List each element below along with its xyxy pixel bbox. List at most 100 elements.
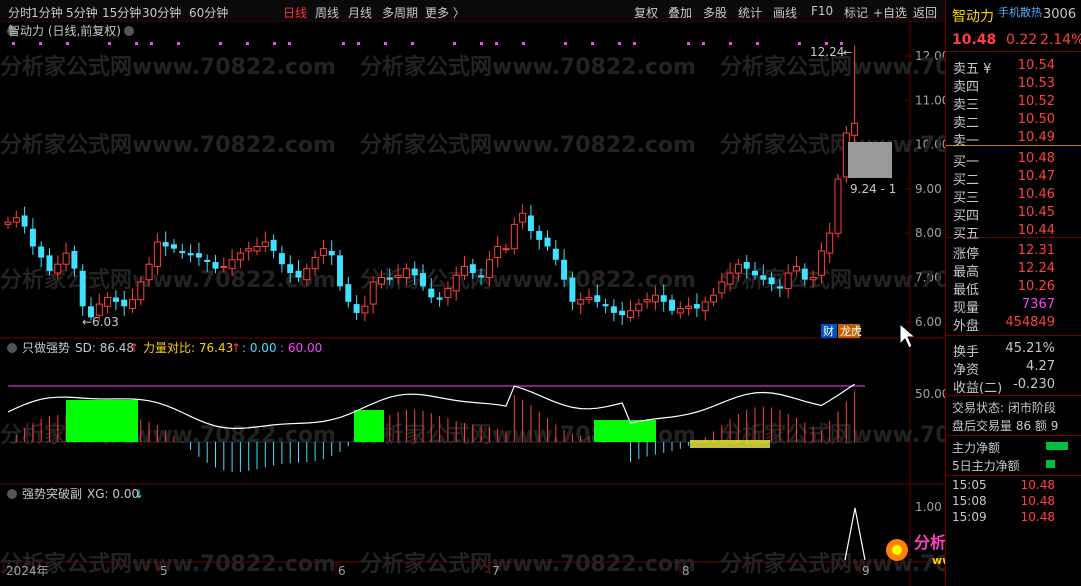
ind1-power-label: 力量对比: 76.43 xyxy=(143,341,233,355)
bids-row[interactable]: 买三 10.46 xyxy=(946,185,1081,206)
asks-value: 10.54 xyxy=(1017,58,1055,73)
candle-body-up xyxy=(228,259,236,270)
x-axis-label: 2024年 xyxy=(6,564,49,578)
high-price-label: 12.24 xyxy=(810,45,844,59)
bids-row[interactable]: 买二 10.47 xyxy=(946,167,1081,188)
asks-row[interactable]: 卖一 10.49 xyxy=(946,128,1081,149)
tf-fenshi[interactable]: 分时 xyxy=(8,4,32,21)
stock-concept-tag[interactable]: 手机散热 xyxy=(998,4,1042,20)
tool-stats[interactable]: 统计 xyxy=(738,4,762,21)
tool-mark[interactable]: 标记 xyxy=(844,4,868,21)
asks-value: 10.52 xyxy=(1017,94,1055,109)
candle-body-down xyxy=(270,239,277,251)
signal-dot xyxy=(246,42,249,45)
candle-body-up xyxy=(54,263,62,274)
candle-body-up xyxy=(444,288,452,298)
stats1-row[interactable]: 外盘 454849 xyxy=(946,313,1081,334)
candle-body-down xyxy=(594,295,601,302)
candle-body-up xyxy=(402,268,410,278)
ind1-y-tick: 50.00 xyxy=(915,387,945,401)
candle-body-up xyxy=(104,296,112,307)
bids-value: 10.46 xyxy=(1017,187,1055,202)
signal-dot xyxy=(273,42,276,45)
chevron-down-icon[interactable] xyxy=(124,26,134,36)
ask-book: 卖五 ¥10.54 卖四 10.53 卖三 10.52 卖二 10.50 卖一 10.49 xyxy=(946,52,1081,149)
back-button[interactable]: 返回 xyxy=(913,4,937,21)
fund-flow: 主力净额 5日主力净额 xyxy=(946,436,1081,476)
stats2-row[interactable]: 净资 4.27 xyxy=(946,357,1081,378)
bids-value: 10.48 xyxy=(1017,151,1055,166)
tf-day[interactable]: 日线 xyxy=(283,4,307,21)
stats1-row[interactable]: 最高 12.24 xyxy=(946,259,1081,280)
candle-body-up xyxy=(817,250,825,276)
asks-row[interactable]: 卖五 ¥10.54 xyxy=(946,56,1081,77)
candle-body-up xyxy=(643,299,651,303)
chart-area[interactable]: 12.0011.0010.009.008.007.006.0050.001.00… xyxy=(0,22,1056,586)
tool-overlay[interactable]: 叠加 xyxy=(668,4,692,21)
bids-label: 买五 xyxy=(953,227,980,242)
asks-row[interactable]: 卖二 10.50 xyxy=(946,110,1081,131)
candle-body-up xyxy=(577,299,585,305)
tool-multistock[interactable]: 多股 xyxy=(703,4,727,21)
candle-body-up xyxy=(236,252,244,261)
watermark-text: 分析家公式网www.70822.com xyxy=(360,267,696,293)
watermark-text: 分析家公式网www.70822.com xyxy=(0,422,336,448)
stats1-row[interactable]: 最低 10.26 xyxy=(946,277,1081,298)
signal-dot xyxy=(357,42,360,45)
tool-fuquan[interactable]: 复权 xyxy=(634,4,658,21)
tf-multi[interactable]: 多周期 xyxy=(382,4,418,21)
tick-list[interactable]: 15:05 10.48 15:08 10.48 15:09 10.48 xyxy=(946,476,1081,526)
trade-status-text: 交易状态: 闭市阶段 xyxy=(952,401,1056,415)
asks-row[interactable]: 卖三 10.52 xyxy=(946,92,1081,113)
watermark-text: 分析家公式网www.70822.com xyxy=(0,551,336,577)
signal-dot xyxy=(453,42,456,45)
bids-row[interactable]: 买四 10.45 xyxy=(946,203,1081,224)
candle-body-down xyxy=(353,304,360,313)
stats2-row[interactable]: 换手 45.21% xyxy=(946,339,1081,360)
stats1-row[interactable]: 现量 7367 xyxy=(946,295,1081,316)
ind2-y-tick: 1.00 xyxy=(915,500,942,514)
stats2-row[interactable]: 收益(二) -0.230 xyxy=(946,375,1081,396)
candle-body-up xyxy=(461,265,468,276)
candle-body-down xyxy=(328,250,335,256)
signal-dot xyxy=(618,42,621,45)
bids-row[interactable]: 买五 10.44 xyxy=(946,221,1081,242)
last-price: 10.48 xyxy=(952,32,997,48)
kline-chart[interactable]: 12.0011.0010.009.008.007.006.0050.001.00… xyxy=(0,22,1056,586)
stock-name: 智动力 xyxy=(952,9,994,25)
candle-body-up xyxy=(319,248,327,256)
candle-body-down xyxy=(162,242,169,247)
candle-body-down xyxy=(428,288,435,298)
ind1-menu-icon[interactable] xyxy=(7,343,17,353)
watermark-text: 分析家公式网www.70822.com xyxy=(0,132,336,158)
tf-month[interactable]: 月线 xyxy=(348,4,372,21)
asks-row[interactable]: 卖四 10.53 xyxy=(946,74,1081,95)
tick-time: 15:05 xyxy=(952,478,987,492)
tool-draw[interactable]: 画线 xyxy=(773,4,797,21)
stats1-row[interactable]: 涨停 12.31 xyxy=(946,241,1081,262)
stats1-value: 10.26 xyxy=(1017,279,1055,294)
candle-body-up xyxy=(452,274,460,292)
tool-f10[interactable]: F10 xyxy=(811,4,833,18)
stats-block: 涨停 12.31 最高 12.24 最低 10.26 现量 7367 外盘 454849 xyxy=(946,238,1081,336)
signal-dot xyxy=(729,42,732,45)
candle-body-up xyxy=(494,245,502,259)
candle-body-up xyxy=(701,301,709,312)
candle-body-up xyxy=(245,248,253,252)
candle-body-up xyxy=(129,299,136,310)
tf-60min[interactable]: 60分钟 xyxy=(189,4,228,21)
tf-week[interactable]: 周线 xyxy=(315,4,339,21)
tf-more[interactable]: 更多 〉 xyxy=(425,4,465,21)
tf-15min[interactable]: 15分钟 xyxy=(102,4,141,21)
ind2-menu-icon[interactable] xyxy=(7,489,17,499)
tf-5min[interactable]: 5分钟 xyxy=(66,4,98,21)
ind1-green-block xyxy=(90,414,138,442)
bids-row[interactable]: 买一 10.48 xyxy=(946,149,1081,170)
tf-1min[interactable]: 1分钟 xyxy=(31,4,63,21)
add-watchlist-button[interactable]: +自选 xyxy=(873,4,907,21)
price-change-pct: 2.14% xyxy=(1040,32,1081,48)
signal-dot xyxy=(564,42,567,45)
tf-30min[interactable]: 30分钟 xyxy=(142,4,181,21)
ind1-extra2: : 60.00 xyxy=(280,341,322,355)
y-tick-label: 9.00 xyxy=(915,182,942,196)
